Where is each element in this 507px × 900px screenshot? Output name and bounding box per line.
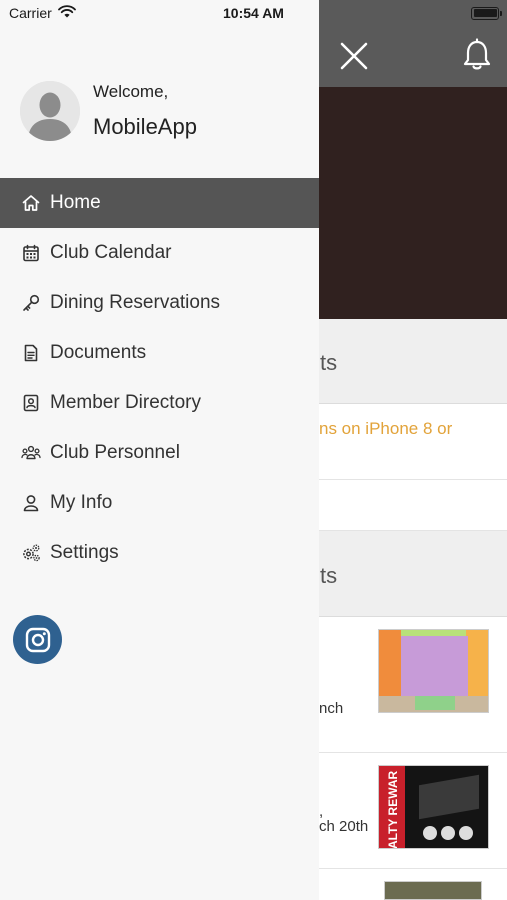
- welcome-label: Welcome,: [93, 82, 169, 101]
- event-thumbnail: [378, 629, 489, 713]
- status-bar: Carrier 10:54 AM: [0, 0, 507, 26]
- user-icon: [21, 493, 41, 513]
- contact-card-icon: [21, 393, 41, 413]
- menu-item-label: My Info: [50, 492, 113, 513]
- event-thumbnail: ALTY REWAR: [378, 765, 489, 849]
- menu-item-home[interactable]: Home: [0, 178, 319, 228]
- battery-icon: [471, 6, 502, 20]
- document-icon: [21, 343, 41, 363]
- section-title: ts: [320, 350, 338, 375]
- section-title: ts: [320, 563, 338, 588]
- menu-item-my-info[interactable]: My Info: [0, 478, 319, 528]
- menu-item-label: Member Directory: [50, 392, 201, 413]
- event-text: ch 20th: [319, 818, 369, 835]
- menu-item-label: Home: [50, 192, 101, 213]
- menu-item-documents[interactable]: Documents: [0, 328, 319, 378]
- avatar[interactable]: [20, 81, 80, 141]
- menu-item-club-personnel[interactable]: Club Personnel: [0, 428, 319, 478]
- menu-item-label: Settings: [50, 542, 119, 563]
- clock: 10:54 AM: [223, 5, 284, 21]
- gears-icon: [21, 543, 41, 563]
- event-text: nch: [319, 700, 344, 717]
- home-icon: [21, 193, 41, 213]
- thumbnail-text: ALTY REWAR: [386, 770, 400, 849]
- group-icon: [21, 443, 41, 463]
- menu-item-label: Dining Reservations: [50, 292, 221, 313]
- instagram-icon[interactable]: [13, 615, 62, 664]
- menu-item-settings[interactable]: Settings: [0, 528, 319, 578]
- calendar-icon: [21, 243, 41, 263]
- key-icon: [21, 293, 41, 313]
- alert-text: ns on iPhone 8 or: [319, 419, 453, 438]
- close-icon[interactable]: [338, 40, 370, 72]
- event-thumbnail: [384, 881, 482, 900]
- menu-item-label: Club Personnel: [50, 442, 180, 463]
- username-label: MobileApp: [93, 114, 197, 139]
- navigation-drawer: Welcome, MobileApp Home Club Calendar Di…: [0, 0, 319, 900]
- menu-item-dining-reservations[interactable]: Dining Reservations: [0, 278, 319, 328]
- drawer-menu: Home Club Calendar Dining Reservations D…: [0, 178, 319, 578]
- menu-item-label: Documents: [50, 342, 147, 363]
- menu-item-label: Club Calendar: [50, 242, 172, 263]
- bell-icon[interactable]: [461, 38, 493, 72]
- menu-item-member-directory[interactable]: Member Directory: [0, 378, 319, 428]
- profile-header: Welcome, MobileApp: [0, 26, 319, 178]
- menu-item-club-calendar[interactable]: Club Calendar: [0, 228, 319, 278]
